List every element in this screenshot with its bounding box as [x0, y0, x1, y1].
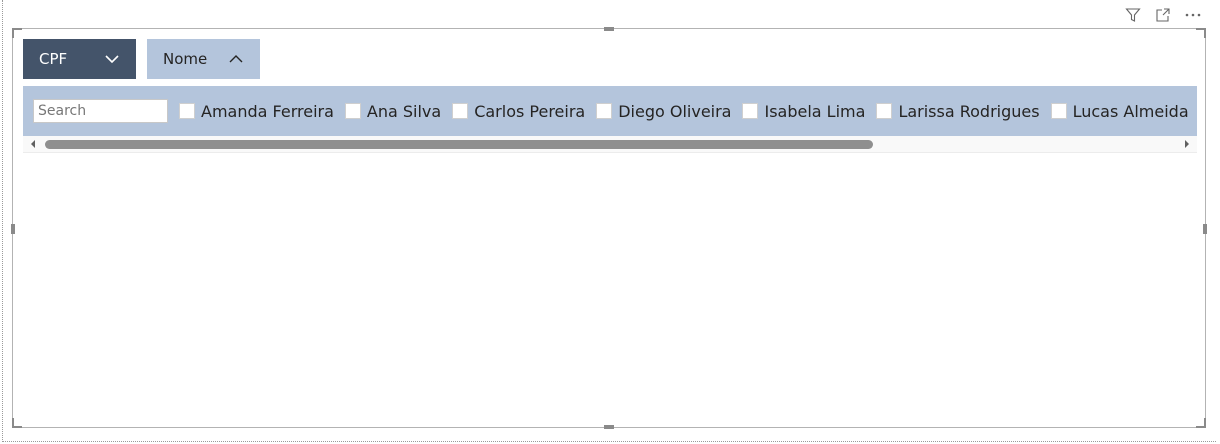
horizontal-scrollbar[interactable]: [23, 136, 1197, 153]
checkbox[interactable]: [179, 103, 195, 119]
slicer-item-label: Larissa Rodrigues: [898, 101, 1040, 121]
checkbox[interactable]: [876, 103, 893, 119]
scroll-left-arrow-icon[interactable]: [25, 136, 41, 152]
hierarchy-tabs: CPF Nome: [23, 39, 260, 79]
scroll-right-arrow-icon[interactable]: [1179, 136, 1195, 152]
slicer-item-label: Isabela Lima: [764, 101, 866, 121]
slicer-item[interactable]: Lucas Almeida: [1050, 101, 1189, 121]
resize-handle-bottom[interactable]: [604, 425, 614, 429]
checkbox[interactable]: [1050, 103, 1067, 119]
slicer-item[interactable]: Amanda Ferreira: [179, 102, 334, 121]
slicer-items-band: Amanda Ferreira Ana Silva Carlos Pereira…: [23, 86, 1197, 136]
resize-handle-top-left[interactable]: [12, 28, 22, 38]
slicer-item[interactable]: Diego Oliveira: [596, 102, 731, 121]
resize-handle-right[interactable]: [1203, 224, 1207, 234]
slicer-item-label: Lucas Almeida: [1072, 101, 1189, 121]
checkbox[interactable]: [452, 103, 469, 119]
slicer-item[interactable]: Isabela Lima: [742, 102, 865, 121]
checkbox[interactable]: [344, 103, 361, 119]
filter-icon[interactable]: [1124, 6, 1142, 24]
resize-handle-left[interactable]: [11, 224, 15, 234]
search-input[interactable]: [33, 99, 168, 123]
slicer-item[interactable]: Ana Silva: [344, 101, 442, 121]
slicer-item[interactable]: Carlos Pereira: [452, 102, 585, 121]
visual-header: [1124, 6, 1202, 24]
more-options-icon[interactable]: [1184, 6, 1202, 24]
slicer-item-label: Carlos Pereira: [474, 101, 586, 121]
tab-nome[interactable]: Nome: [147, 39, 260, 79]
tab-label: Nome: [163, 50, 208, 68]
resize-handle-bottom-right[interactable]: [1196, 418, 1206, 428]
slicer-item[interactable]: Larissa Rodrigues: [876, 101, 1040, 121]
tab-label: CPF: [39, 50, 68, 68]
slicer-item-label: Diego Oliveira: [618, 101, 732, 121]
scrollbar-thumb[interactable]: [45, 140, 873, 149]
slicer-item-label: Ana Silva: [366, 101, 442, 121]
slicer-item-list: Amanda Ferreira Ana Silva Carlos Pereira…: [179, 86, 1197, 136]
slicer-visual[interactable]: CPF Nome Amanda Ferreira Ana Silva: [11, 27, 1207, 429]
checkbox[interactable]: [742, 103, 759, 119]
chevron-up-icon: [228, 51, 244, 67]
focus-mode-icon[interactable]: [1154, 6, 1172, 24]
resize-handle-top[interactable]: [604, 27, 614, 31]
resize-handle-top-right[interactable]: [1196, 28, 1206, 38]
tab-cpf[interactable]: CPF: [23, 39, 136, 79]
chevron-down-icon: [104, 51, 120, 67]
checkbox[interactable]: [596, 103, 613, 119]
slicer-item-label: Amanda Ferreira: [201, 101, 334, 121]
resize-handle-bottom-left[interactable]: [12, 418, 22, 428]
